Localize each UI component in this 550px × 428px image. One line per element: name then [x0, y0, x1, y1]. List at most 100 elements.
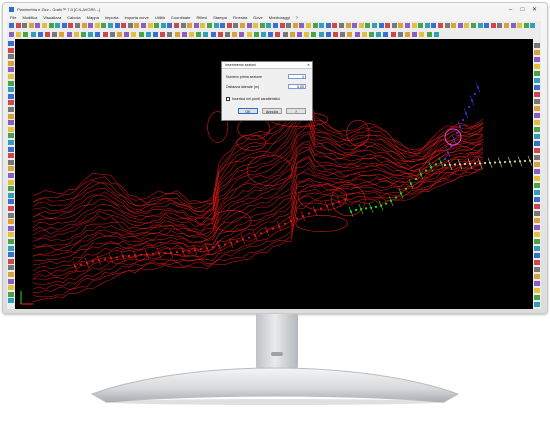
pan-icon[interactable]: [213, 23, 219, 28]
undo-icon[interactable]: [534, 71, 540, 76]
open-icon[interactable]: [490, 23, 496, 28]
save-icon[interactable]: [180, 23, 186, 28]
new-icon[interactable]: [8, 41, 14, 46]
select-icon[interactable]: [378, 23, 384, 28]
print-icon[interactable]: [534, 64, 540, 69]
select-icon[interactable]: [61, 23, 67, 28]
open-icon[interactable]: [102, 32, 108, 37]
pan-icon[interactable]: [318, 32, 324, 37]
layer-icon[interactable]: [226, 23, 232, 28]
zoom-icon[interactable]: [8, 239, 14, 244]
zoom-icon[interactable]: [52, 32, 58, 37]
undo-icon[interactable]: [114, 23, 120, 28]
settings-icon[interactable]: [8, 265, 14, 271]
pan-icon[interactable]: [372, 23, 377, 28]
pan-icon[interactable]: [8, 166, 14, 172]
open-icon[interactable]: [361, 32, 367, 37]
select-icon[interactable]: [141, 23, 146, 28]
new-icon[interactable]: [534, 43, 540, 48]
new-icon[interactable]: [167, 23, 173, 28]
settings-icon[interactable]: [8, 107, 14, 112]
print-icon[interactable]: [289, 32, 295, 37]
open-icon[interactable]: [411, 23, 417, 28]
menu-item-importa[interactable]: Importa: [102, 14, 122, 21]
open-icon[interactable]: [253, 23, 259, 28]
menu-item-file[interactable]: File: [7, 14, 19, 21]
menu-item-help[interactable]: ?: [293, 14, 301, 21]
first-section-input[interactable]: 1: [288, 74, 306, 79]
layer-icon[interactable]: [534, 106, 540, 111]
undo-icon[interactable]: [8, 67, 14, 73]
new-icon[interactable]: [9, 32, 14, 37]
layer-icon[interactable]: [246, 32, 252, 37]
print-icon[interactable]: [534, 232, 540, 237]
redo-icon[interactable]: [8, 153, 14, 159]
open-icon[interactable]: [534, 50, 540, 55]
layer-icon[interactable]: [8, 179, 14, 185]
select-icon[interactable]: [412, 32, 418, 37]
undo-icon[interactable]: [124, 32, 130, 37]
open-icon[interactable]: [534, 302, 540, 307]
print-icon[interactable]: [376, 32, 382, 37]
save-icon[interactable]: [369, 32, 374, 37]
open-icon[interactable]: [534, 218, 540, 223]
settings-icon[interactable]: [167, 32, 173, 37]
pan-icon[interactable]: [145, 32, 151, 37]
settings-icon[interactable]: [154, 23, 160, 28]
menu-item-mappa[interactable]: Mappa: [84, 14, 102, 21]
pan-icon[interactable]: [530, 23, 536, 28]
pan-icon[interactable]: [534, 176, 540, 181]
help-icon[interactable]: [534, 120, 540, 125]
redo-icon[interactable]: [8, 232, 14, 238]
help-icon[interactable]: [8, 192, 14, 198]
select-icon[interactable]: [325, 32, 331, 37]
new-icon[interactable]: [354, 32, 360, 37]
settings-icon[interactable]: [312, 23, 318, 28]
select-icon[interactable]: [8, 93, 14, 99]
menu-item-importa-curve[interactable]: Importa curve: [121, 14, 151, 21]
zoom-icon[interactable]: [207, 23, 212, 28]
redo-icon[interactable]: [390, 32, 396, 37]
pan-icon[interactable]: [451, 23, 457, 28]
new-icon[interactable]: [534, 211, 540, 216]
help-icon[interactable]: [477, 23, 483, 28]
cancel-button[interactable]: Annulla: [262, 108, 282, 114]
redo-icon[interactable]: [534, 78, 540, 83]
save-icon[interactable]: [497, 23, 503, 28]
undo-icon[interactable]: [534, 155, 540, 160]
undo-icon[interactable]: [210, 32, 216, 37]
new-icon[interactable]: [181, 32, 187, 37]
help-icon[interactable]: [240, 23, 245, 28]
open-icon[interactable]: [8, 285, 14, 291]
menu-item-monitoraggi[interactable]: Monitoraggi: [266, 14, 293, 21]
select-icon[interactable]: [66, 32, 72, 37]
layer-icon[interactable]: [73, 32, 79, 37]
print-icon[interactable]: [117, 32, 122, 37]
zoom-icon[interactable]: [534, 169, 540, 174]
zoom-icon[interactable]: [225, 32, 230, 37]
lateral-distance-input[interactable]: 5,00: [288, 84, 306, 89]
redo-icon[interactable]: [534, 162, 540, 167]
layer-icon[interactable]: [147, 23, 153, 28]
layer-icon[interactable]: [419, 32, 425, 37]
save-icon[interactable]: [109, 32, 115, 37]
settings-icon[interactable]: [340, 32, 346, 37]
menu-item-modifica[interactable]: Modifica: [19, 14, 40, 21]
characteristic-points-checkbox[interactable]: [226, 97, 230, 101]
save-icon[interactable]: [196, 32, 202, 37]
zoom-icon[interactable]: [534, 253, 540, 258]
help-icon[interactable]: [398, 23, 404, 28]
help-icon[interactable]: [319, 23, 325, 28]
redo-icon[interactable]: [517, 23, 523, 28]
layer-icon[interactable]: [385, 23, 391, 28]
redo-icon[interactable]: [217, 32, 223, 37]
layer-icon[interactable]: [464, 23, 470, 28]
settings-icon[interactable]: [75, 23, 80, 28]
print-icon[interactable]: [108, 23, 113, 28]
settings-icon[interactable]: [471, 23, 476, 28]
save-icon[interactable]: [23, 32, 29, 37]
new-icon[interactable]: [8, 278, 14, 284]
settings-icon[interactable]: [391, 23, 397, 28]
zoom-icon[interactable]: [444, 23, 450, 28]
save-icon[interactable]: [8, 133, 14, 139]
